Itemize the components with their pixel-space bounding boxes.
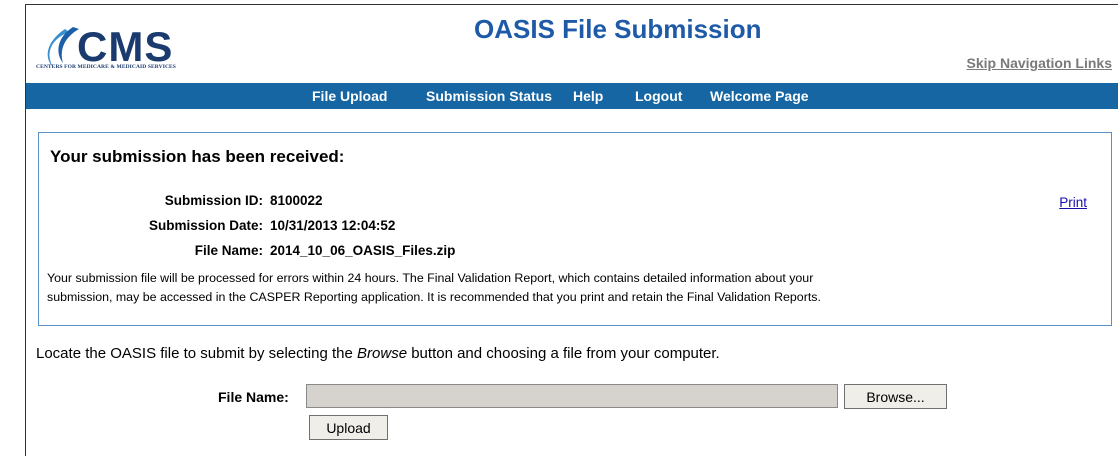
- instruction-text: Locate the OASIS file to submit by selec…: [36, 345, 358, 362]
- page-header: CMS CENTERS FOR MEDICARE & MEDICAID SERV…: [26, 5, 1118, 83]
- nav-item-logout[interactable]: Logout: [635, 88, 682, 104]
- nav-item-submission-status[interactable]: Submission Status: [426, 88, 552, 104]
- processing-info-line: Your submission file will be processed f…: [47, 271, 814, 285]
- submission-id-value: 8100022: [270, 193, 323, 208]
- file-name-input[interactable]: [306, 384, 838, 408]
- processing-info-line: submission, may be accessed in the CASPE…: [47, 290, 821, 304]
- submission-confirmation-panel: Your submission has been received: Submi…: [38, 132, 1112, 326]
- instruction-text: button and choosing a file from your com…: [407, 345, 720, 362]
- logo-wordmark: CMS: [77, 23, 173, 70]
- logo-tagline: CENTERS FOR MEDICARE & MEDICAID SERVICES: [36, 64, 176, 70]
- nav-item-help[interactable]: Help: [573, 88, 603, 104]
- page-frame: CMS CENTERS FOR MEDICARE & MEDICAID SERV…: [25, 4, 1118, 456]
- skip-navigation-link[interactable]: Skip Navigation Links: [967, 55, 1112, 71]
- page-title: OASIS File Submission: [474, 14, 762, 44]
- submission-date-value: 10/31/2013 12:04:52: [270, 218, 396, 233]
- instruction-browse-emphasis: Browse: [357, 345, 408, 362]
- nav-bar: File Upload Submission Status Help Logou…: [26, 83, 1118, 109]
- upload-instructions: Locate the OASIS file to submit by selec…: [36, 345, 720, 362]
- submission-id-label: Submission ID:: [164, 193, 263, 208]
- nav-item-file-upload[interactable]: File Upload: [312, 88, 387, 104]
- processing-info-text: Your submission file will be processed f…: [47, 269, 1107, 307]
- nav-item-welcome-page[interactable]: Welcome Page: [710, 88, 809, 104]
- print-link[interactable]: Print: [1059, 195, 1087, 210]
- upload-button[interactable]: Upload: [309, 415, 388, 440]
- confirmation-heading: Your submission has been received:: [50, 147, 345, 166]
- file-name-label: File Name:: [194, 243, 263, 258]
- browse-button[interactable]: Browse...: [844, 384, 947, 409]
- submission-date-label: Submission Date:: [148, 218, 263, 233]
- file-name-field-label: File Name:: [218, 389, 289, 405]
- file-name-value: 2014_10_06_OASIS_Files.zip: [270, 243, 456, 258]
